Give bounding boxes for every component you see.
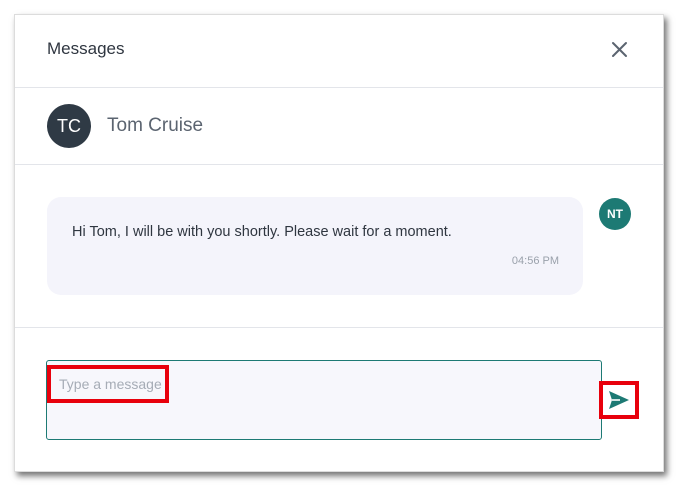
message-composer: [46, 360, 602, 440]
message-input[interactable]: [47, 361, 601, 439]
messages-dialog: Messages TC Tom Cruise Hi Tom, I will be…: [14, 14, 664, 472]
sender-avatar: NT: [599, 198, 631, 230]
message-timestamp: 04:56 PM: [511, 255, 559, 267]
dialog-header: Messages: [15, 15, 663, 88]
message-text: Hi Tom, I will be with you shortly. Plea…: [72, 224, 452, 240]
contact-avatar: TC: [47, 104, 91, 148]
send-icon: [609, 391, 629, 409]
contact-name: Tom Cruise: [107, 115, 204, 136]
close-icon: [612, 42, 627, 57]
message-thread: Hi Tom, I will be with you shortly. Plea…: [15, 165, 663, 328]
send-button[interactable]: [599, 381, 639, 419]
message-bubble: Hi Tom, I will be with you shortly. Plea…: [47, 197, 583, 295]
close-button[interactable]: [607, 37, 633, 63]
contact-header: TC Tom Cruise: [15, 88, 663, 165]
dialog-title: Messages: [47, 39, 125, 58]
